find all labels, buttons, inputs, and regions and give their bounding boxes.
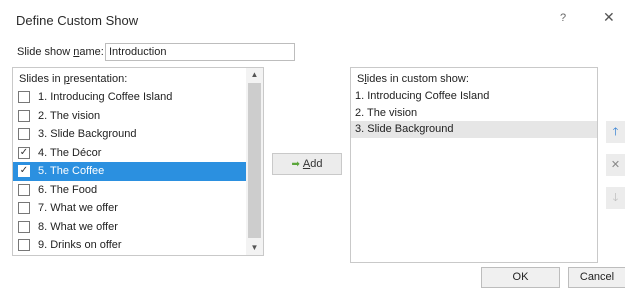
custom-show-slide-items: 1. Introducing Coffee Island 2. The visio… (351, 88, 597, 138)
remove-icon[interactable]: ✕ (606, 154, 625, 176)
slide-list-item[interactable]: 9. Drinks on offer (13, 236, 246, 255)
slide-label: 4. The Décor (38, 146, 102, 159)
define-custom-show-dialog: Define Custom Show ? ✕ Slide show name: … (0, 0, 625, 291)
slide-list-item[interactable]: 6. The Food (13, 181, 246, 200)
title-bar: Define Custom Show ? ✕ (0, 0, 625, 40)
slide-list-item[interactable]: 8. What we offer (13, 218, 246, 237)
slide-label: 2. The vision (38, 109, 101, 122)
slide-list-item[interactable]: 3. Slide Background (13, 125, 246, 144)
move-up-icon[interactable]: 🡑 (606, 121, 625, 143)
cancel-button[interactable]: Cancel (568, 267, 625, 288)
slide-show-name-input[interactable] (105, 43, 295, 61)
custom-show-list-item[interactable]: 3. Slide Background (351, 121, 597, 138)
dialog-title: Define Custom Show (16, 13, 139, 28)
presentation-slide-items: 1. Introducing Coffee Island 2. The visio… (13, 88, 246, 255)
help-button[interactable]: ? (560, 12, 566, 24)
slide-list-item[interactable]: 7. What we offer (13, 199, 246, 218)
slide-list-item[interactable]: 2. The vision (13, 107, 246, 126)
slide-label: 8. What we offer (38, 220, 118, 233)
slide-list-item[interactable]: ✓ 5. The Coffee (13, 162, 246, 181)
slide-checkbox[interactable] (18, 128, 30, 140)
slides-in-presentation-label: Slides in presentation: (19, 73, 128, 85)
close-button[interactable]: ✕ (603, 9, 615, 26)
move-down-icon[interactable]: 🡓 (606, 187, 625, 209)
ok-button[interactable]: OK (481, 267, 560, 288)
slide-list-item[interactable]: 1. Introducing Coffee Island (13, 88, 246, 107)
slides-in-presentation-list[interactable]: Slides in presentation: 1. Introducing C… (12, 67, 264, 256)
slide-list-item[interactable]: ✓ 4. The Décor (13, 144, 246, 163)
slide-checkbox[interactable] (18, 239, 30, 251)
slides-in-custom-show-label: Slides in custom show: (357, 73, 469, 85)
slide-checkbox[interactable] (18, 202, 30, 214)
custom-show-list-item[interactable]: 1. Introducing Coffee Island (351, 88, 597, 105)
slide-label: 5. The Coffee (38, 165, 105, 177)
slide-checkbox[interactable] (18, 183, 30, 196)
scroll-thumb[interactable] (248, 83, 261, 238)
slide-checkbox[interactable] (18, 109, 30, 122)
slide-show-name-label: Slide show name: (17, 46, 104, 58)
add-arrow-icon: ➡ (291, 159, 300, 170)
scroll-down-icon[interactable]: ▼ (246, 241, 263, 255)
slide-label: 3. Slide Background (38, 128, 137, 140)
slide-checkbox[interactable]: ✓ (18, 146, 30, 159)
custom-show-list-item[interactable]: 2. The vision (351, 105, 597, 122)
slide-label: 6. The Food (38, 183, 98, 196)
vertical-scrollbar[interactable]: ▲ ▼ (246, 68, 263, 255)
slide-checkbox[interactable] (18, 91, 30, 103)
add-button[interactable]: ➡ Add (272, 153, 342, 175)
slides-in-custom-show-list[interactable]: Slides in custom show: 1. Introducing Co… (350, 67, 598, 263)
slide-checkbox[interactable]: ✓ (18, 165, 30, 177)
scroll-up-icon[interactable]: ▲ (246, 68, 263, 82)
slide-label: 9. Drinks on offer (38, 239, 122, 251)
slide-label: 1. Introducing Coffee Island (38, 91, 173, 103)
slide-label: 7. What we offer (38, 202, 118, 214)
slide-checkbox[interactable] (18, 220, 30, 233)
